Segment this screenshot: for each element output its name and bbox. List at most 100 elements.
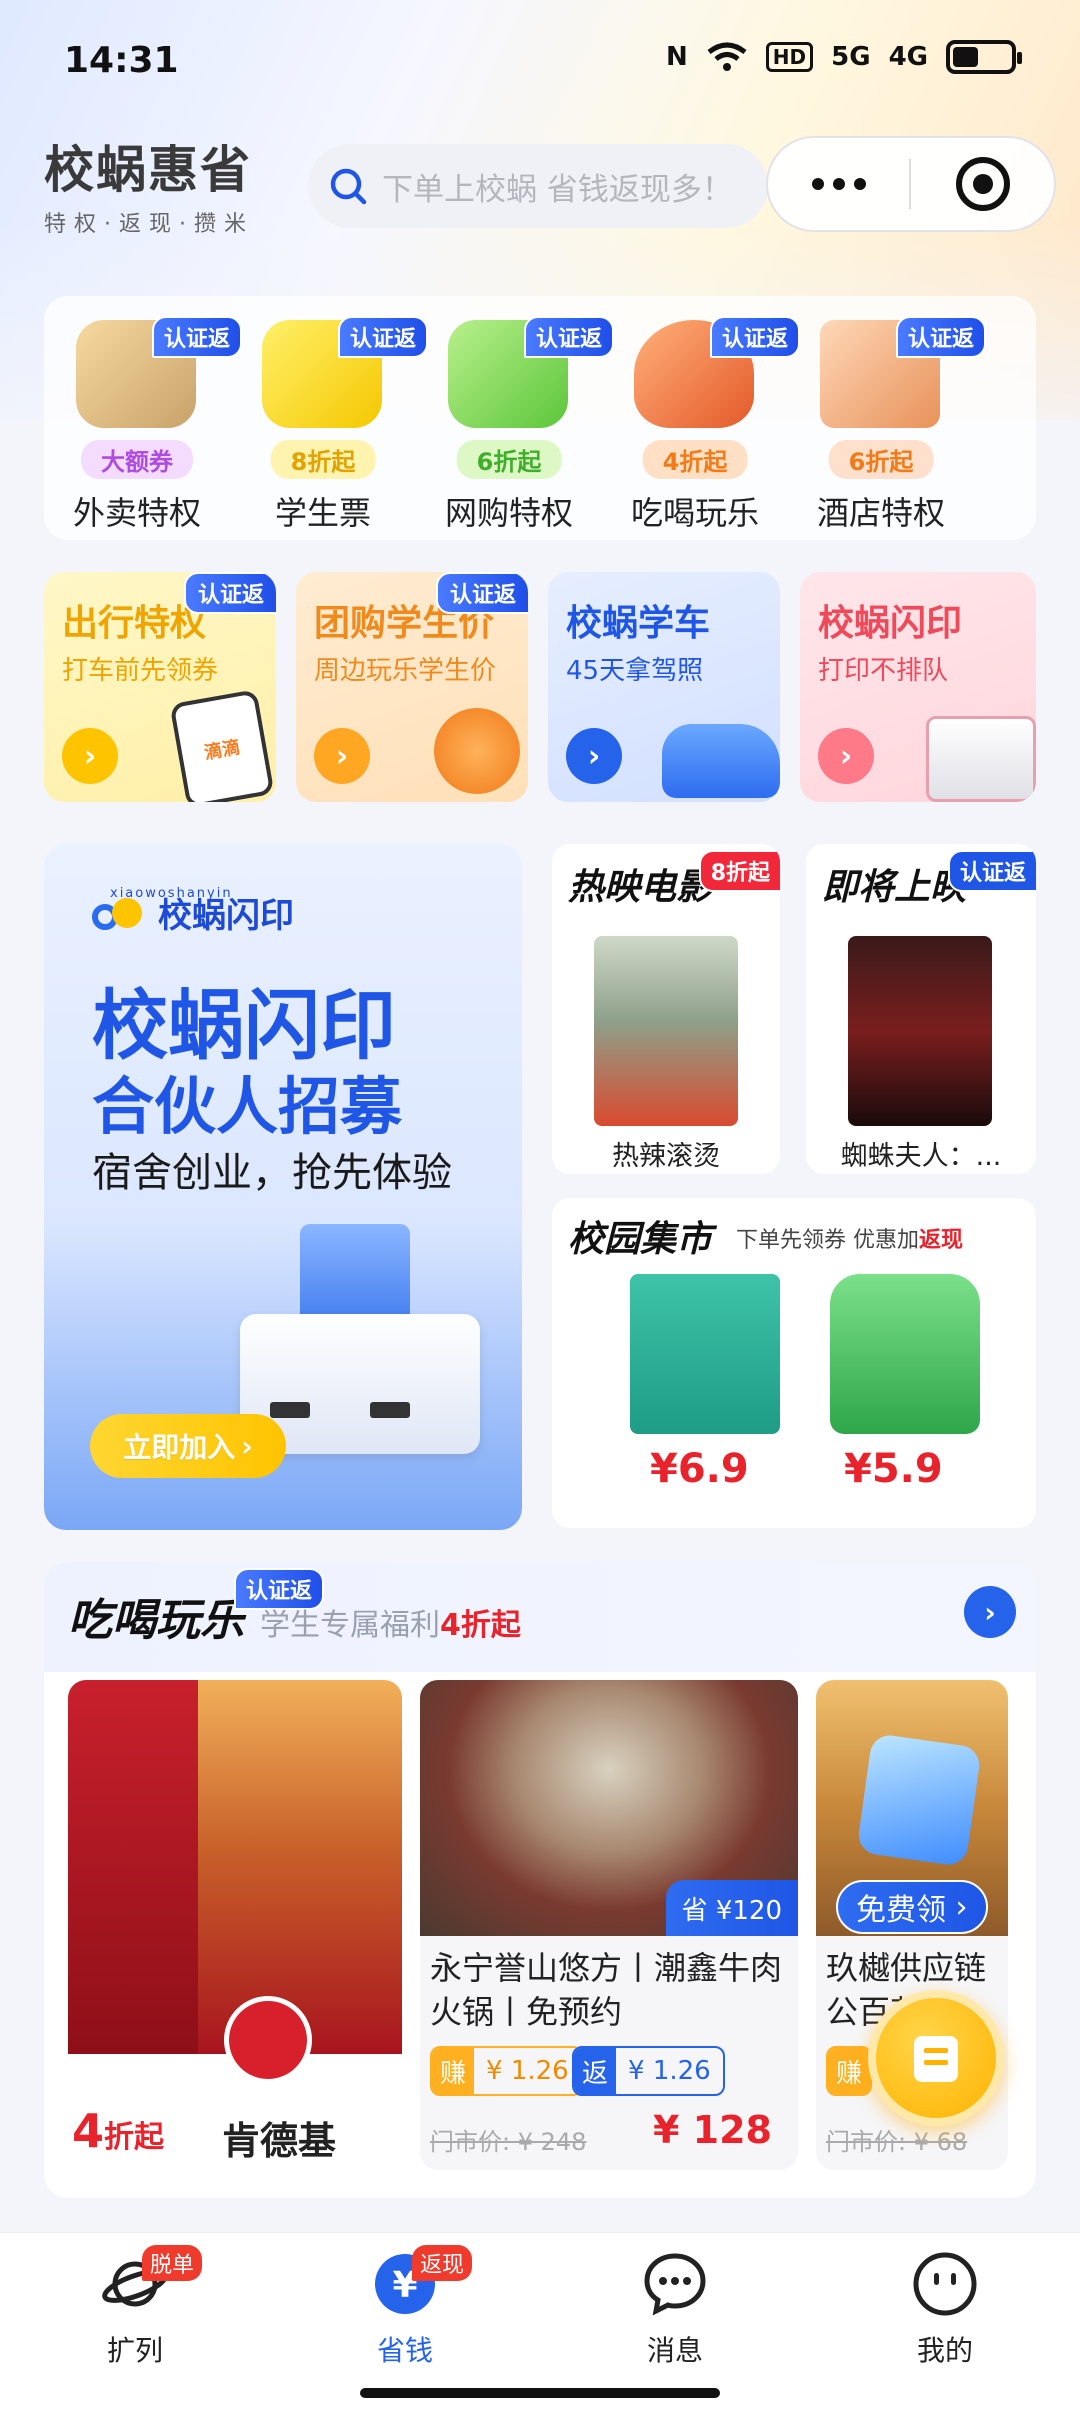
nav-label: 扩列 (106, 2334, 163, 2367)
chevron-right-icon: › (241, 1429, 253, 1463)
hd-icon: HD (765, 42, 814, 72)
deal-hotpot[interactable]: 省 ¥120 永宁誉山悠方丨潮鑫牛肉火锅丨免预约 赚 ¥ 1.26 返 ¥ 1.… (420, 1680, 798, 2170)
discount-number: 4 (72, 2104, 105, 2158)
nav-item-friends[interactable]: 脱单 扩列 (35, 2245, 235, 2369)
wifi-icon (707, 42, 747, 71)
kfc-food-image (198, 1680, 402, 2054)
kfc-discount: 4折起 (72, 2104, 164, 2158)
banner-headline2: 合伙人招募 (92, 1070, 403, 1143)
close-miniapp-icon[interactable] (911, 157, 1054, 211)
home-indicator[interactable] (360, 2388, 720, 2398)
category-tag: 6折起 (456, 440, 562, 479)
promo-travel[interactable]: 出行特权 打车前先领券 › 认证返 滴滴 (44, 572, 276, 802)
food-sub-text: 学生专属福利 (260, 1608, 440, 1643)
banner-subline: 宿舍创业，抢先体验 (92, 1150, 452, 1196)
nav-item-save-money[interactable]: ¥ 返现 省钱 (305, 2245, 505, 2369)
chevron-right-icon[interactable]: › (964, 1586, 1016, 1638)
bottom-nav: 脱单 扩列 ¥ 返现 省钱 消息 我的 (0, 2232, 1080, 2412)
category-student-ticket[interactable]: 认证返 8折起 学生票 (230, 316, 428, 532)
deal-price: ¥ 128 (653, 2108, 772, 2152)
promo-print[interactable]: 校蜗闪印 打印不排队 › (800, 572, 1036, 802)
promo-group-buy[interactable]: 团购学生价 周边玩乐学生价 › 认证返 (296, 572, 528, 802)
discount-badge: 8折起 (698, 850, 780, 892)
battery-icon (946, 40, 1022, 74)
original-price: 门市价: ¥ 68 (826, 2128, 968, 2156)
movie-name: 热辣滚烫 (612, 1141, 720, 1172)
category-tag: 8折起 (270, 440, 376, 479)
category-label: 外卖特权 (72, 494, 201, 532)
chevron-right-icon: › (946, 1889, 968, 1925)
verify-badge: 认证返 (151, 316, 242, 358)
search-input[interactable]: 下单上校蜗 省钱返现多！ (308, 144, 768, 228)
rebate-value: ¥ 1.26 (628, 2056, 711, 2086)
free-claim-button[interactable]: 免费领 › (836, 1880, 988, 1934)
category-card: 认证返 大额券 外卖特权 认证返 8折起 学生票 认证返 6折起 网购特权 认证… (44, 296, 1036, 540)
market-sub-text: 下单先领券 优惠加 (736, 1228, 919, 1253)
category-online-shopping[interactable]: 认证返 6折起 网购特权 (416, 316, 614, 532)
food-section-title: 吃喝玩乐 (68, 1595, 244, 1646)
earn-key: 赚 (828, 2048, 871, 2094)
arrow-right-icon: › (314, 728, 370, 784)
food-sub-highlight: 4折起 (440, 1608, 521, 1643)
promo-title: 校蜗学车 (566, 603, 711, 644)
original-price: 门市价: ¥ 248 (430, 2128, 587, 2156)
upcoming-movies-card[interactable]: 即将上映 认证返 蜘蛛夫人：... (806, 844, 1036, 1174)
brand: 校蜗惠省 特权·返现·攒米 (44, 130, 254, 238)
header: 校蜗惠省 特权·返现·攒米 下单上校蜗 省钱返现多！ (0, 130, 1080, 240)
category-tag: 4折起 (642, 440, 748, 479)
verify-badge: 认证返 (523, 316, 614, 358)
miniapp-capsule (766, 136, 1056, 232)
rebate-key: 返 (574, 2048, 617, 2094)
arrow-right-icon: › (62, 728, 118, 784)
promo-title: 校蜗闪印 (818, 603, 963, 644)
signal-4g-icon: 4G (888, 42, 928, 72)
promo-sub: 周边玩乐学生价 (314, 656, 497, 686)
chat-bubble-icon (644, 2253, 706, 2316)
print-partner-banner[interactable]: 校蜗闪印 xiaowoshanyin 校蜗闪印 合伙人招募 宿舍创业，抢先体验 … (44, 844, 522, 1530)
category-takeout[interactable]: 认证返 大额券 外卖特权 (44, 316, 242, 532)
category-label: 网购特权 (444, 494, 573, 532)
kfc-logo-icon (224, 1996, 312, 2084)
clipboard-icon (914, 2036, 958, 2082)
verify-badge: 认证返 (435, 572, 528, 614)
hot-movies-card[interactable]: 热映电影 8折起 热辣滚烫 (552, 844, 780, 1174)
status-time: 14:31 (64, 40, 179, 81)
free-claim-label: 免费领 (856, 1893, 946, 1928)
deal-name: 永宁誉山悠方丨潮鑫牛肉火锅丨免预约 (430, 1949, 783, 2031)
orders-fab-button[interactable] (868, 1990, 1004, 2126)
category-hotel[interactable]: 认证返 6折起 酒店特权 (788, 316, 986, 532)
campus-market-card[interactable]: 校园集市 下单先领券 优惠加返现 ¥6.9 ¥5.9 (552, 1198, 1036, 1528)
promo-driving-school[interactable]: 校蜗学车 45天拿驾照 › (548, 572, 780, 802)
didi-logo-text: 滴滴 (202, 737, 242, 764)
market-title: 校园集市 (568, 1219, 713, 1260)
movie-section-title: 热映电影 (568, 867, 713, 908)
nav-item-messages[interactable]: 消息 (575, 2251, 775, 2369)
tissue-product-image (630, 1274, 780, 1434)
join-now-button[interactable]: 立即加入 › (90, 1414, 286, 1478)
signal-5g-icon: 5G (831, 42, 871, 72)
market-subtitle: 下单先领券 优惠加返现 (736, 1222, 963, 1254)
kfc-bag-image (68, 1680, 198, 2054)
category-label: 酒店特权 (816, 494, 945, 532)
arrow-right-icon: › (566, 728, 622, 784)
microphone-icon (434, 708, 520, 794)
banner-logo-sub: xiaowoshanyin (110, 886, 233, 901)
nav-label: 省钱 (376, 2334, 433, 2367)
deal-kfc[interactable]: 4折起 肯德基 (68, 1680, 402, 2170)
category-tag: 6折起 (828, 440, 934, 479)
rebate-tag: 返 ¥ 1.26 (572, 2046, 725, 2096)
car-icon (662, 724, 780, 798)
promo-sub: 打车前先领券 (62, 656, 219, 686)
more-icon[interactable] (768, 178, 909, 190)
kfc-brand-name: 肯德基 (222, 2119, 337, 2163)
verify-badge: 认证返 (709, 316, 800, 358)
category-label: 学生票 (274, 494, 371, 532)
smiley-face-icon (913, 2252, 977, 2316)
discount-unit: 折起 (104, 2120, 165, 2155)
nav-item-me[interactable]: 我的 (845, 2251, 1045, 2369)
category-food-fun[interactable]: 认证返 4折起 吃喝玩乐 (602, 316, 800, 532)
search-placeholder: 下单上校蜗 省钱返现多！ (382, 171, 733, 208)
earn-key: 赚 (432, 2048, 475, 2094)
brand-slogan: 特权·返现·攒米 (44, 212, 254, 237)
detergent-product-image (830, 1274, 980, 1434)
